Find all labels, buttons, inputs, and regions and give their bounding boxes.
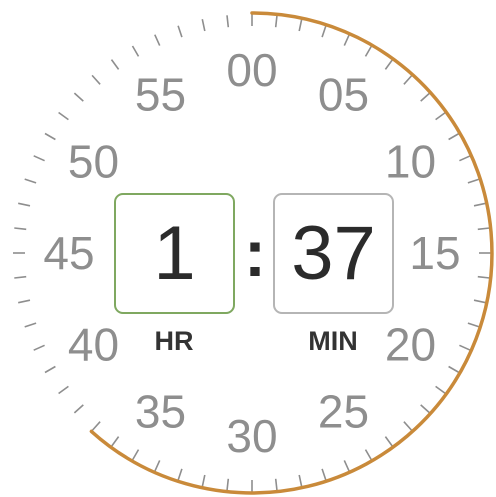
- dial-number-45: 45: [43, 227, 94, 279]
- dial-tick: [473, 299, 486, 304]
- dial-tick: [24, 322, 37, 328]
- dial-number-05: 05: [318, 69, 369, 121]
- dial-number-10: 10: [385, 136, 436, 188]
- dial-tick: [58, 385, 69, 395]
- dial-tick: [403, 421, 413, 432]
- dial-tick: [435, 111, 446, 121]
- dial-tick: [18, 299, 31, 304]
- dial-tick: [33, 344, 45, 351]
- dial-tick: [420, 92, 431, 102]
- dial-tick: [298, 474, 303, 487]
- dial-tick: [384, 436, 394, 447]
- dial-tick: [435, 385, 446, 395]
- dial-tick: [110, 59, 120, 70]
- dial-number-30: 30: [226, 410, 277, 462]
- dial-number-55: 55: [135, 69, 186, 121]
- hours-value: 1: [153, 210, 196, 296]
- dial-tick: [91, 74, 101, 85]
- minutes-value: 37: [291, 210, 376, 296]
- dial-number-20: 20: [385, 319, 436, 371]
- dial-number-15: 15: [409, 227, 460, 279]
- dial-tick: [448, 132, 460, 141]
- dial-number-35: 35: [135, 386, 186, 438]
- dial-tick: [24, 178, 37, 184]
- dial-tick: [274, 478, 278, 491]
- dial-tick: [154, 34, 161, 46]
- dial-tick: [321, 468, 327, 481]
- dial-tick: [73, 404, 84, 414]
- dial-tick: [459, 344, 471, 351]
- dial-tick: [201, 19, 206, 32]
- dial-tick: [384, 59, 394, 70]
- dial-tick: [321, 25, 327, 38]
- dial-tick: [274, 15, 278, 28]
- dial-tick: [58, 111, 69, 121]
- dial-number-40: 40: [68, 319, 119, 371]
- dial-tick: [403, 74, 413, 85]
- dial-tick: [226, 478, 230, 491]
- hours-input[interactable]: 1: [114, 193, 235, 314]
- dial-tick: [110, 436, 120, 447]
- dial-tick: [459, 155, 471, 162]
- dial-tick: [44, 132, 56, 141]
- dial-tick: [343, 460, 350, 472]
- dial-tick: [477, 275, 490, 279]
- dial-tick: [18, 202, 31, 207]
- dial-tick: [448, 365, 460, 374]
- dial-number-00: 00: [226, 44, 277, 96]
- dial-tick: [343, 34, 350, 46]
- dial-tick: [226, 15, 230, 28]
- dial-tick: [33, 155, 45, 162]
- dial-tick: [177, 25, 183, 38]
- dial-number-50: 50: [68, 136, 119, 188]
- dial-tick: [177, 468, 183, 481]
- dial-tick: [364, 45, 373, 57]
- dial-tick: [131, 45, 140, 57]
- dial-tick: [201, 474, 206, 487]
- dial-tick: [91, 421, 101, 432]
- dial-tick: [44, 365, 56, 374]
- dial-tick: [364, 449, 373, 461]
- dial-tick: [467, 322, 480, 328]
- dial-tick: [14, 227, 27, 231]
- dial-tick: [154, 460, 161, 472]
- time-separator: :: [244, 216, 266, 290]
- hours-label: HR: [154, 326, 194, 356]
- dial-number-25: 25: [318, 386, 369, 438]
- dial-tick: [298, 19, 303, 32]
- dial-tick: [467, 178, 480, 184]
- minutes-input[interactable]: 37: [273, 193, 394, 314]
- minutes-label: MIN: [308, 326, 358, 356]
- dial-tick: [477, 227, 490, 231]
- dial-tick: [131, 449, 140, 461]
- dial-tick: [473, 202, 486, 207]
- dial-tick: [73, 92, 84, 102]
- dial-tick: [14, 275, 27, 279]
- dial-tick: [420, 404, 431, 414]
